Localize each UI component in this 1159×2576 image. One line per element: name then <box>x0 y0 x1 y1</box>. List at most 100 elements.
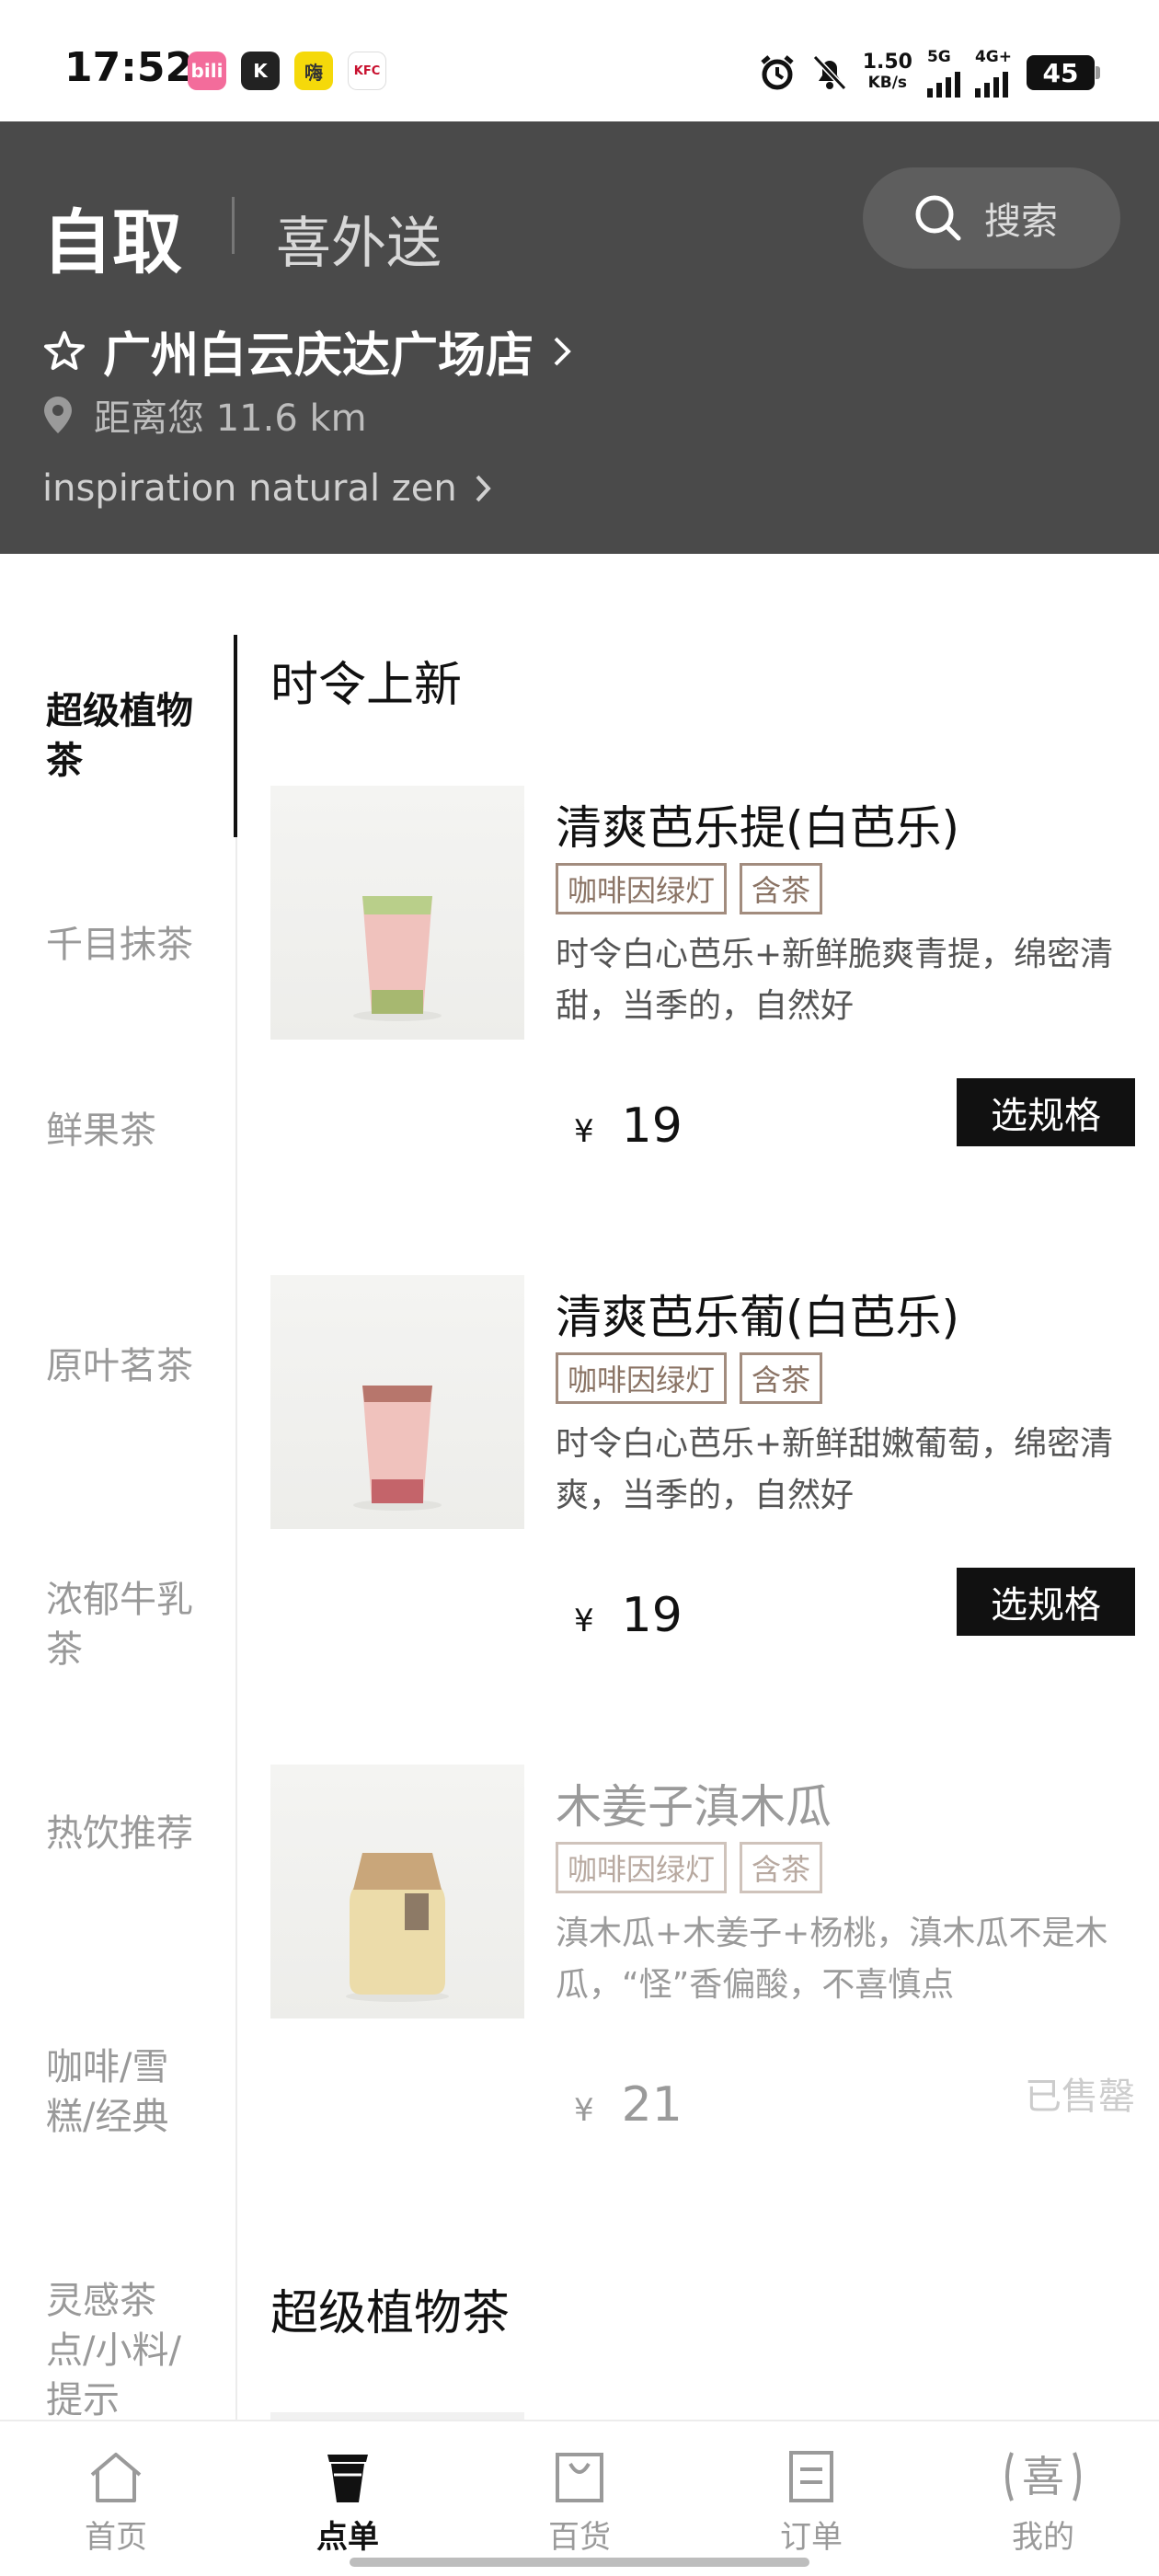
bottom-nav: 首页 点单 百货 订单 喜 我的 <box>0 2420 1159 2576</box>
home-icon <box>90 2453 142 2502</box>
product-card[interactable]: 清爽芭乐葡(白芭乐) 咖啡因绿灯 含茶 时令白心芭乐+新鲜甜嫩葡萄，绵密清爽，当… <box>270 1275 1135 1662</box>
tag-caffeine: 咖啡因绿灯 <box>556 1842 728 1893</box>
product-tags: 咖啡因绿灯 含茶 <box>556 863 823 914</box>
sidebar-item-super-plant-tea[interactable]: 超级植物茶 <box>46 686 202 786</box>
nav-label: 我的 <box>1012 2519 1074 2556</box>
sidebar-item-snacks[interactable]: 灵感茶点/小料/提示 <box>46 2276 193 2420</box>
product-card[interactable]: 木姜子滇木瓜 咖啡因绿灯 含茶 滇木瓜+木姜子+杨桃，滇木瓜不是木瓜，“怪”香偏… <box>270 1765 1135 2151</box>
svg-text:喜: 喜 <box>1022 2452 1064 2501</box>
k-app-icon: K <box>241 52 280 90</box>
category-sidebar: 超级植物茶 千目抹茶 鲜果茶 原叶茗茶 浓郁牛乳茶 热饮推荐 咖啡/雪糕/经典 … <box>0 635 237 2420</box>
store-distance: 距离您 11.6 km <box>42 388 367 442</box>
chevron-right-icon <box>476 475 491 502</box>
sold-out-label: 已售罄 <box>1025 2076 1135 2118</box>
product-tags: 咖啡因绿灯 含茶 <box>556 1842 823 1893</box>
product-image[interactable] <box>270 786 524 1040</box>
tag-contains-tea: 含茶 <box>740 863 823 914</box>
star-icon[interactable] <box>42 329 86 374</box>
nav-label: 首页 <box>85 2519 147 2556</box>
sidebar-item-milk-tea[interactable]: 浓郁牛乳茶 <box>46 1575 202 1674</box>
product-name: 清爽芭乐提(白芭乐) <box>556 801 960 855</box>
home-indicator[interactable] <box>350 2558 809 2567</box>
sidebar-item-matcha[interactable]: 千目抹茶 <box>46 920 202 970</box>
tag-caffeine: 咖啡因绿灯 <box>556 863 728 914</box>
sidebar-item-coffee-icecream[interactable]: 咖啡/雪糕/经典 <box>46 2042 202 2142</box>
nav-store[interactable]: 百货 <box>506 2447 653 2557</box>
store-name: 广州白云庆达广场店 <box>103 328 534 384</box>
currency-symbol: ¥ <box>574 1113 594 1150</box>
section-title: 超级植物茶 <box>270 2286 511 2341</box>
product-card[interactable]: 清爽芭乐提(白芭乐) 咖啡因绿灯 含茶 时令白心芭乐+新鲜脆爽青提，绵密清甜，当… <box>270 786 1135 1172</box>
cup-icon <box>327 2455 368 2502</box>
signal-bars-icon <box>926 66 960 98</box>
signal-5g: 5G <box>926 48 960 98</box>
order-list-icon <box>789 2451 833 2502</box>
product-price: ¥21 <box>574 2077 683 2133</box>
distance-text: 距离您 11.6 km <box>94 397 367 440</box>
product-image[interactable] <box>270 1275 524 1529</box>
price-value: 19 <box>621 1098 683 1154</box>
tab-delivery[interactable]: 喜外送 <box>276 199 442 279</box>
select-spec-button[interactable]: 选规格 <box>957 1078 1135 1146</box>
nav-home[interactable]: 首页 <box>42 2447 189 2557</box>
tab-divider <box>232 197 235 254</box>
status-time: 17:52 <box>64 44 194 91</box>
product-description: 时令白心芭乐+新鲜甜嫩葡萄，绵密清爽，当季的，自然好 <box>556 1425 1114 1514</box>
jar-image <box>346 1853 449 2002</box>
nav-label: 点单 <box>316 2519 379 2556</box>
product-name: 清爽芭乐葡(白芭乐) <box>556 1291 960 1344</box>
store-header: 自取 喜外送 搜索 广州白云庆达广场店 距离您 11.6 km inspirat… <box>0 121 1159 554</box>
product-price: ¥19 <box>574 1098 683 1154</box>
product-description: 滇木瓜+木姜子+杨桃，滇木瓜不是木瓜，“怪”香偏酸，不喜慎点 <box>556 1915 1108 2004</box>
signal-bars-icon <box>974 66 1008 98</box>
alarm-icon <box>761 55 794 90</box>
price-value: 19 <box>621 1588 683 1643</box>
tab-pickup[interactable]: 自取 <box>42 186 182 287</box>
product-image[interactable] <box>270 1765 524 2018</box>
nav-me[interactable]: 喜 我的 <box>970 2447 1117 2557</box>
battery-icon: 45 <box>1027 55 1100 90</box>
select-spec-button[interactable]: 选规格 <box>957 1568 1135 1636</box>
signal-4g: 4G+ <box>974 48 1012 98</box>
drink-cup-image <box>353 1386 442 1511</box>
product-name: 木姜子滇木瓜 <box>556 1780 832 1834</box>
section-title: 时令上新 <box>270 658 463 713</box>
store-slogan[interactable]: inspiration natural zen <box>42 467 494 510</box>
status-indicators: 1.50 KB/s 5G 4G+ 45 <box>758 48 1100 98</box>
xi-logo-icon: 喜 <box>1005 2452 1081 2501</box>
notification-app-icons: bili K 嗨 KFC <box>188 52 386 90</box>
shopping-bag-icon <box>556 2453 603 2502</box>
next-product-peek <box>270 2412 524 2420</box>
product-description: 时令白心芭乐+新鲜脆爽青提，绵密清甜，当季的，自然好 <box>556 936 1114 1025</box>
sidebar-item-fresh-fruit-tea[interactable]: 鲜果茶 <box>46 1106 202 1156</box>
sidebar-item-leaf-tea[interactable]: 原叶茗茶 <box>46 1341 202 1391</box>
search-button[interactable]: 搜索 <box>863 167 1120 269</box>
nav-label: 订单 <box>780 2519 843 2556</box>
product-tags: 咖啡因绿灯 含茶 <box>556 1352 823 1404</box>
search-icon <box>915 195 961 241</box>
store-selector[interactable]: 广州白云庆达广场店 <box>42 316 574 385</box>
currency-symbol: ¥ <box>574 1603 594 1639</box>
nav-orders[interactable]: 订单 <box>738 2447 885 2557</box>
tag-caffeine: 咖啡因绿灯 <box>556 1352 728 1404</box>
sidebar-item-hot-drinks[interactable]: 热饮推荐 <box>46 1809 202 1858</box>
bilibili-app-icon: bili <box>188 52 226 90</box>
drink-cup-image <box>353 896 442 1021</box>
tag-contains-tea: 含茶 <box>740 1842 823 1893</box>
location-pin-icon <box>44 397 72 433</box>
nav-order[interactable]: 点单 <box>274 2447 421 2557</box>
product-price: ¥19 <box>574 1588 683 1643</box>
price-value: 21 <box>621 2077 683 2133</box>
nav-label: 百货 <box>548 2519 611 2556</box>
menu-content: 时令上新 清爽芭乐提(白芭乐) 咖啡因绿灯 含茶 时令白心芭乐+新鲜脆爽青提，绵… <box>237 554 1159 2420</box>
search-label: 搜索 <box>984 201 1058 243</box>
currency-symbol: ¥ <box>574 2092 594 2129</box>
yellow-app-icon: 嗨 <box>294 52 333 90</box>
status-bar: 17:52 bili K 嗨 KFC 1.50 KB/s 5G 4G+ 45 <box>0 0 1159 121</box>
kfc-coffee-app-icon: KFC <box>348 52 386 90</box>
tag-contains-tea: 含茶 <box>740 1352 823 1404</box>
chevron-right-icon <box>554 337 571 365</box>
slogan-text: inspiration natural zen <box>42 467 457 510</box>
mute-bell-icon <box>812 54 846 91</box>
net-speed: 1.50 KB/s <box>862 51 912 93</box>
